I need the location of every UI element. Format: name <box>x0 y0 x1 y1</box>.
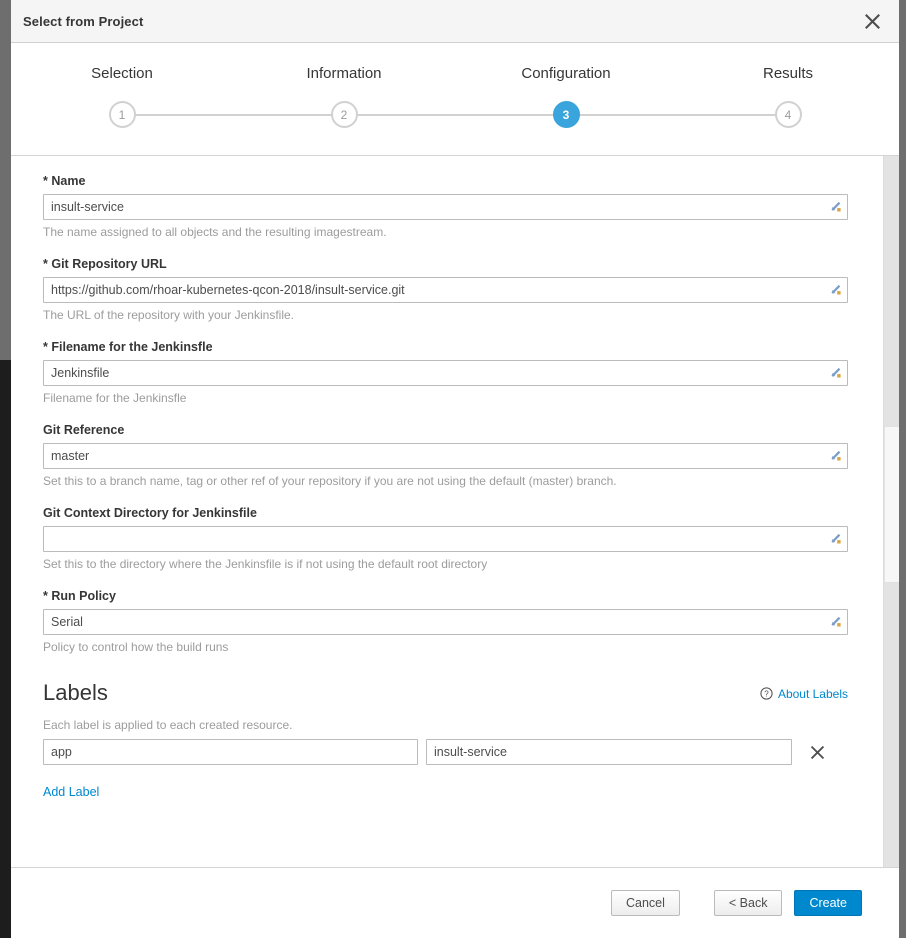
label-jenkinsfile-filename: * Filename for the Jenkinsfle <box>43 340 857 354</box>
label-value-input[interactable] <box>426 739 792 765</box>
label-name: * Name <box>43 174 857 188</box>
wizard-circle-1[interactable]: 1 <box>108 101 136 128</box>
remove-label-button[interactable] <box>808 743 827 762</box>
required-marker: * <box>43 589 48 603</box>
form-group-run-policy: * Run Policy Policy to control how the b… <box>43 589 857 654</box>
label-run-policy-text: Run Policy <box>51 589 116 603</box>
help-text-run-policy: Policy to control how the build runs <box>43 640 229 654</box>
required-marker: * <box>43 340 48 354</box>
wizard-circle-wrap-3: 3 <box>455 101 677 128</box>
modal-body-scroll-region: * Name The name assigned to all objects … <box>11 156 899 868</box>
form-group-git-context-directory: Git Context Directory for Jenkinsfile Se… <box>43 506 857 571</box>
input-wrap-run-policy <box>43 609 848 635</box>
backdrop-right-gray-strip <box>899 0 906 938</box>
wizard-step-label: Information <box>306 65 382 82</box>
input-wrap-git-reference <box>43 443 848 469</box>
required-marker: * <box>43 174 48 188</box>
cancel-button[interactable]: Cancel <box>610 890 680 916</box>
input-wrap-git-context-directory <box>43 526 848 552</box>
labels-title: Labels <box>43 680 108 705</box>
label-row <box>43 739 848 765</box>
git-context-directory-input[interactable] <box>43 526 848 552</box>
label-git-context-directory: Git Context Directory for Jenkinsfile <box>43 506 257 520</box>
wizard-step-configuration[interactable]: Configuration <box>455 65 677 97</box>
label-key-input[interactable] <box>43 739 418 765</box>
select-from-project-modal: Select from Project Selection Informatio… <box>11 0 899 938</box>
vertical-scrollbar-track[interactable] <box>883 156 899 867</box>
labels-description: Each label is applied to each created re… <box>43 718 293 732</box>
form-group-git-repository-url: * Git Repository URL The URL of the repo… <box>43 257 857 322</box>
configuration-form: * Name The name assigned to all objects … <box>11 156 899 867</box>
wizard-step-indicator: Selection Information Configuration Resu… <box>11 43 899 156</box>
close-icon-glyph <box>864 13 880 29</box>
form-group-name: * Name The name assigned to all objects … <box>43 174 857 239</box>
add-label-link[interactable]: Add Label <box>43 785 99 799</box>
help-text-git-repository-url: The URL of the repository with your Jenk… <box>43 308 294 322</box>
wizard-step-label: Configuration <box>521 65 611 82</box>
modal-footer: Cancel < Back Create <box>11 868 899 938</box>
required-marker: * <box>43 257 48 271</box>
svg-text:?: ? <box>764 690 769 699</box>
help-text-git-reference: Set this to a branch name, tag or other … <box>43 474 617 488</box>
about-labels-link[interactable]: ? About Labels <box>760 687 848 701</box>
wizard-circle-wrap-1: 1 <box>11 101 233 128</box>
backdrop-left-gray-strip <box>0 0 11 360</box>
help-circle-icon: ? <box>760 687 773 700</box>
back-button[interactable]: < Back <box>713 890 783 916</box>
wizard-circle-wrap-4: 4 <box>677 101 899 128</box>
input-wrap-name <box>43 194 848 220</box>
wizard-circle-2[interactable]: 2 <box>330 101 358 128</box>
labels-section: Labels ? About Labels Each label is appl… <box>43 680 857 801</box>
about-labels-text: About Labels <box>777 686 848 701</box>
modal-header: Select from Project <box>11 0 899 43</box>
vertical-scrollbar-thumb[interactable] <box>885 426 899 583</box>
modal-title: Select from Project <box>23 13 144 29</box>
input-wrap-git-repository-url <box>43 277 848 303</box>
wizard-step-label: Selection <box>91 65 153 82</box>
close-icon[interactable] <box>861 10 883 32</box>
close-icon <box>810 745 825 759</box>
wizard-circle-4[interactable]: 4 <box>774 101 802 128</box>
git-reference-input[interactable] <box>43 443 848 469</box>
wizard-step-label: Results <box>762 65 814 82</box>
wizard-step-selection[interactable]: Selection <box>11 65 233 97</box>
run-policy-input[interactable] <box>43 609 848 635</box>
name-input[interactable] <box>43 194 848 220</box>
wizard-circle-wrap-2: 2 <box>233 101 455 128</box>
label-jenkinsfile-filename-text: Filename for the Jenkinsfle <box>51 340 213 354</box>
label-run-policy: * Run Policy <box>43 589 857 603</box>
form-group-git-reference: Git Reference Set this to a branch name,… <box>43 423 857 488</box>
labels-header-row: Labels ? About Labels <box>43 680 848 706</box>
wizard-labels-row: Selection Information Configuration Resu… <box>11 65 899 97</box>
input-wrap-jenkinsfile-filename <box>43 360 848 386</box>
label-git-reference: Git Reference <box>43 423 125 437</box>
label-name-text: Name <box>51 174 86 188</box>
wizard-circle-3[interactable]: 3 <box>552 101 580 128</box>
form-group-jenkinsfile-filename: * Filename for the Jenkinsfle Filename f… <box>43 340 857 405</box>
wizard-circles-row: 1 2 3 4 <box>11 101 899 128</box>
label-git-repository-url: * Git Repository URL <box>43 257 857 271</box>
help-text-jenkinsfile-filename: Filename for the Jenkinsfle <box>43 391 187 405</box>
help-text-name: The name assigned to all objects and the… <box>43 225 387 239</box>
label-git-repository-url-text: Git Repository URL <box>51 257 167 271</box>
wizard-step-results[interactable]: Results <box>677 65 899 97</box>
git-repository-url-input[interactable] <box>43 277 848 303</box>
jenkinsfile-filename-input[interactable] <box>43 360 848 386</box>
wizard-step-information[interactable]: Information <box>233 65 455 97</box>
create-button[interactable]: Create <box>794 890 862 916</box>
help-text-git-context-directory: Set this to the directory where the Jenk… <box>43 557 488 571</box>
